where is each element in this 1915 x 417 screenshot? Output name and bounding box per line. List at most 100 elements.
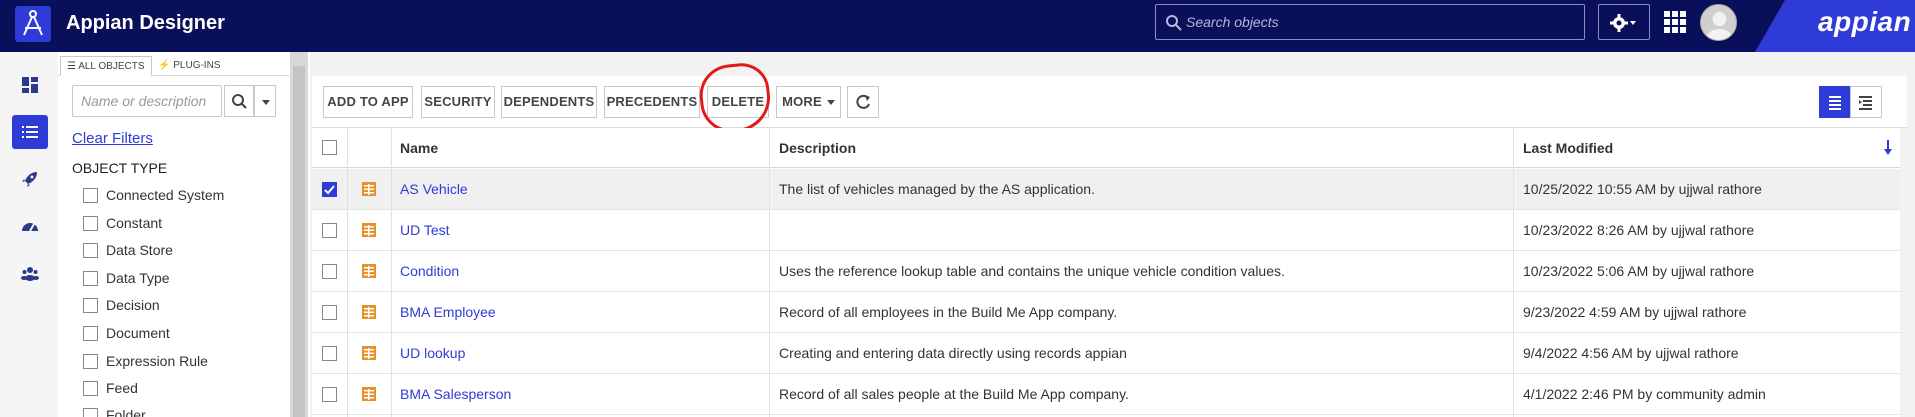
object-last-modified: 4/1/2022 2:46 PM by community admin: [1523, 386, 1766, 402]
object-name-link[interactable]: UD lookup: [400, 345, 465, 361]
gauge-icon: [22, 223, 38, 232]
appian-designer-logo-icon[interactable]: [15, 6, 51, 42]
record-type-icon: [362, 223, 376, 237]
tab-all-objects[interactable]: ☰ ALL OBJECTS: [60, 56, 152, 76]
nav-users[interactable]: [12, 256, 48, 290]
column-divider: [769, 128, 770, 417]
record-type-icon: [362, 387, 376, 401]
tree-view-toggle[interactable]: [1850, 86, 1882, 118]
user-silhouette-icon: [1706, 12, 1733, 40]
row-checkbox[interactable]: [322, 387, 337, 402]
refresh-button[interactable]: [847, 86, 879, 118]
table-row[interactable]: BMA Employee Record of all employees in …: [312, 292, 1900, 333]
objects-table: Name Description Last Modified AS Vehicl…: [312, 128, 1900, 417]
object-description: Uses the reference lookup table and cont…: [779, 263, 1285, 279]
checkbox[interactable]: [83, 243, 98, 258]
object-search-input[interactable]: Search objects: [1155, 4, 1585, 40]
table-row[interactable]: UD lookup Creating and entering data dir…: [312, 333, 1900, 374]
checkbox[interactable]: [83, 408, 98, 417]
tab-plug-ins[interactable]: ⚡ PLUG-INS: [152, 56, 226, 76]
table-header: Name Description Last Modified: [312, 128, 1900, 168]
object-name-link[interactable]: Condition: [400, 263, 459, 279]
table-row[interactable]: UD Test 10/23/2022 8:26 AM by ujjwal rat…: [312, 210, 1900, 251]
security-button[interactable]: SECURITY: [421, 86, 495, 118]
table-row[interactable]: AS Vehicle The list of vehicles managed …: [312, 169, 1900, 210]
record-type-icon: [362, 305, 376, 319]
object-last-modified: 9/4/2022 4:56 AM by ujjwal rathore: [1523, 345, 1739, 361]
checkbox[interactable]: [83, 326, 98, 341]
nav-deployments[interactable]: [12, 162, 48, 196]
object-description: Record of all sales people at the Build …: [779, 386, 1129, 402]
dependents-button[interactable]: DEPENDENTS: [501, 86, 597, 118]
row-checkbox[interactable]: [322, 346, 337, 361]
object-name-link[interactable]: BMA Salesperson: [400, 386, 511, 402]
checkbox[interactable]: [83, 188, 98, 203]
users-icon: [21, 267, 39, 281]
chevron-down-icon: [262, 100, 270, 105]
object-last-modified: 9/23/2022 4:59 AM by ujjwal rathore: [1523, 304, 1747, 320]
filter-search-button[interactable]: [224, 85, 254, 117]
object-type-heading: OBJECT TYPE: [72, 160, 168, 176]
precedents-button[interactable]: PRECEDENTS: [604, 86, 700, 118]
clear-filters-link[interactable]: Clear Filters: [72, 130, 153, 147]
table-row[interactable]: BMA Salesperson Record of all sales peop…: [312, 374, 1900, 415]
row-checkbox[interactable]: [322, 305, 337, 320]
gear-icon: [1610, 14, 1636, 32]
checkbox[interactable]: [83, 381, 98, 396]
filter-option-label: Expression Rule: [106, 353, 208, 369]
filter-panel: Name or description Clear Filters OBJECT…: [58, 76, 290, 417]
more-menu-button[interactable]: MORE: [776, 86, 841, 118]
refresh-icon: [856, 94, 870, 109]
object-toolbar: ADD TO APP SECURITY DEPENDENTS PRECEDENT…: [312, 76, 1907, 128]
name-description-search-field[interactable]: Name or description: [72, 85, 222, 117]
settings-menu-button[interactable]: [1598, 4, 1650, 40]
column-divider: [391, 128, 392, 417]
app-title: Appian Designer: [66, 12, 225, 34]
list-icon: ☰: [67, 61, 79, 72]
object-last-modified: 10/23/2022 8:26 AM by ujjwal rathore: [1523, 222, 1755, 238]
row-checkbox[interactable]: [322, 182, 337, 197]
search-icon: [232, 94, 247, 109]
nav-monitoring[interactable]: [12, 209, 48, 243]
filter-scrollbar-thumb[interactable]: [293, 66, 305, 417]
checkbox[interactable]: [83, 298, 98, 313]
column-header-name[interactable]: Name: [400, 140, 438, 156]
filter-tabs: ☰ ALL OBJECTS ⚡ PLUG-INS: [58, 52, 290, 76]
filter-option-label: Constant: [106, 215, 163, 231]
column-header-description[interactable]: Description: [779, 140, 856, 156]
apps-grid-icon[interactable]: [1664, 11, 1686, 33]
filter-option-label: Folder: [106, 407, 146, 417]
filter-option-label: Connected System: [106, 187, 225, 203]
object-name-link[interactable]: AS Vehicle: [400, 181, 468, 197]
checkbox[interactable]: [83, 216, 98, 231]
sort-descending-icon[interactable]: [1883, 138, 1893, 156]
row-checkbox[interactable]: [322, 223, 337, 238]
search-placeholder: Search objects: [1186, 14, 1279, 30]
list-view-toggle[interactable]: [1819, 86, 1851, 118]
table-row[interactable]: Condition Uses the reference lookup tabl…: [312, 251, 1900, 292]
add-to-app-button[interactable]: ADD TO APP: [323, 86, 413, 118]
select-all-checkbox[interactable]: [322, 140, 337, 155]
dashboard-icon: [22, 77, 38, 93]
user-avatar[interactable]: [1700, 4, 1737, 41]
filter-option-label: Decision: [106, 297, 160, 313]
object-name-link[interactable]: UD Test: [400, 222, 450, 238]
column-header-last-modified[interactable]: Last Modified: [1523, 140, 1613, 156]
checkmark-icon: [324, 185, 335, 195]
checkbox[interactable]: [83, 271, 98, 286]
record-type-icon: [362, 182, 376, 196]
object-name-link[interactable]: BMA Employee: [400, 304, 496, 320]
tab-label: PLUG-INS: [173, 60, 221, 71]
record-type-icon: [362, 264, 376, 278]
object-description: Record of all employees in the Build Me …: [779, 304, 1118, 320]
nav-applications[interactable]: [12, 68, 48, 102]
column-divider: [1513, 128, 1514, 417]
filter-option-label: Data Type: [106, 270, 170, 286]
object-last-modified: 10/25/2022 10:55 AM by ujjwal rathore: [1523, 181, 1762, 197]
filter-options-dropdown[interactable]: [254, 85, 276, 117]
indent-view-icon: [1859, 96, 1872, 110]
row-checkbox[interactable]: [322, 264, 337, 279]
checkbox[interactable]: [83, 354, 98, 369]
plug-icon: ⚡: [158, 60, 174, 71]
nav-objects[interactable]: [12, 115, 48, 149]
